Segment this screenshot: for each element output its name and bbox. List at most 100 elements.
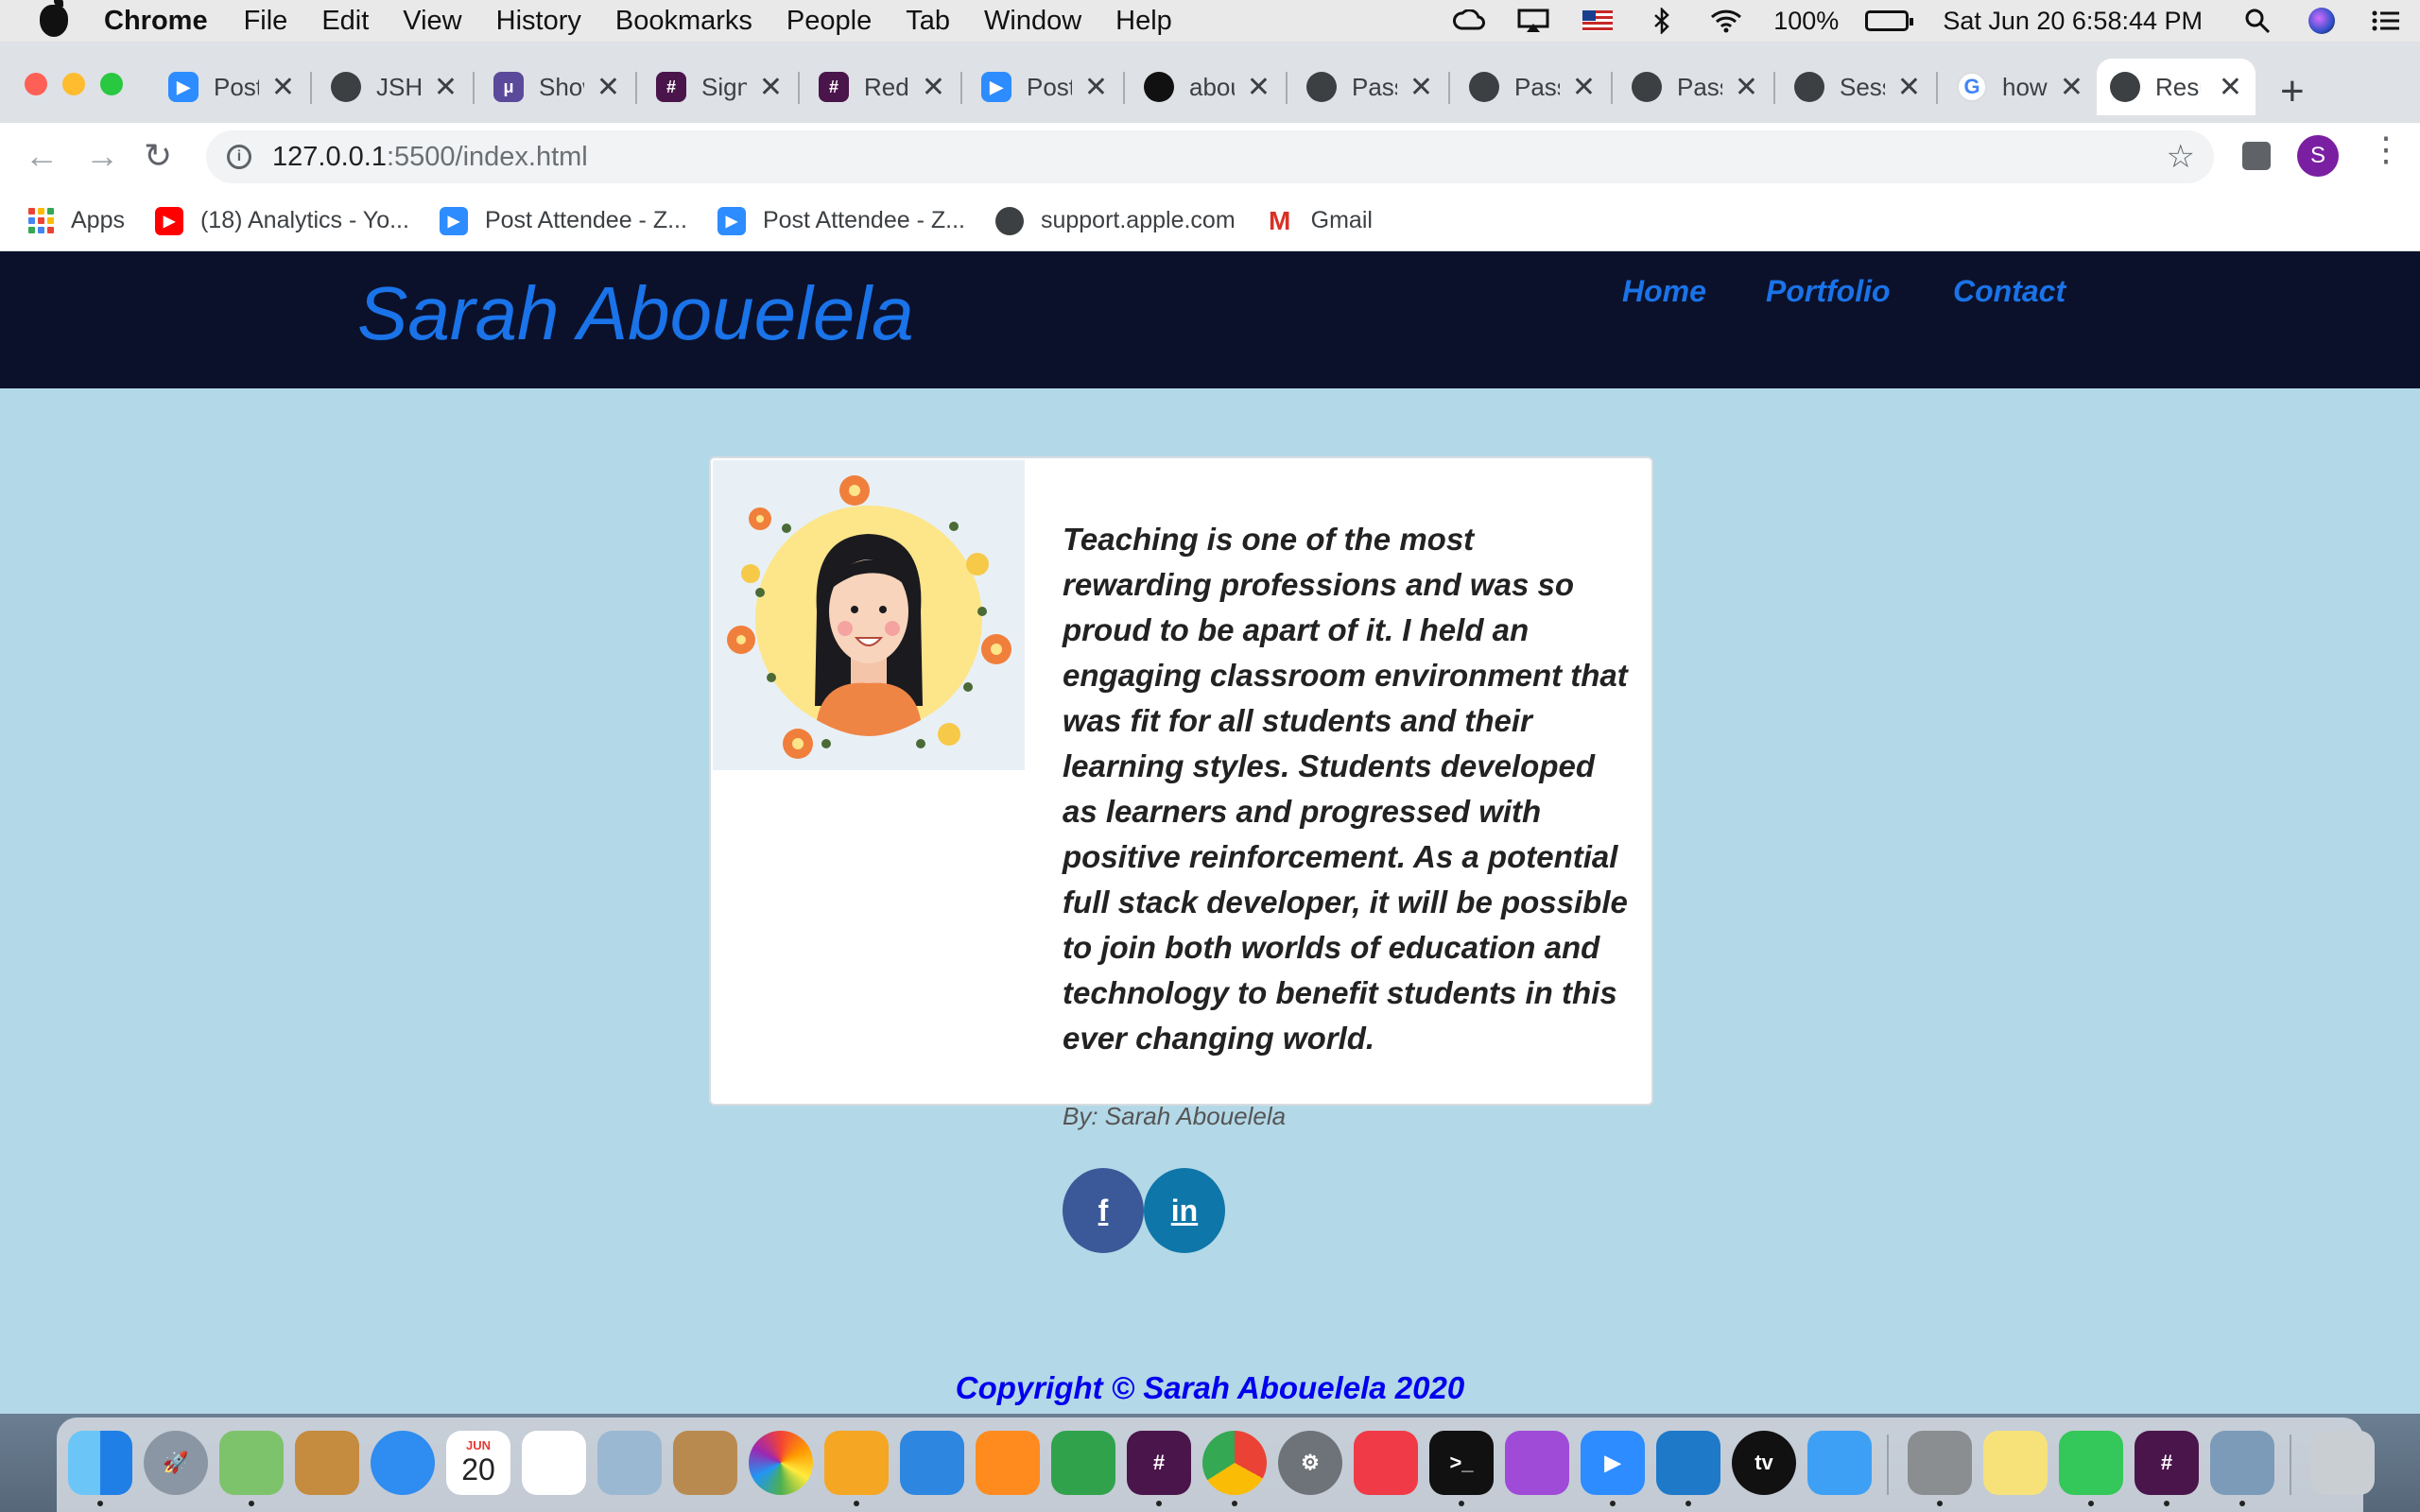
menu-edit[interactable]: Edit <box>321 6 369 37</box>
finder-icon[interactable] <box>68 1431 132 1495</box>
menu-history[interactable]: History <box>496 6 581 37</box>
tab-about[interactable]: about ✕ <box>1131 59 1284 115</box>
tab-close-icon[interactable]: ✕ <box>2219 71 2242 104</box>
airplay-icon[interactable] <box>1516 9 1550 33</box>
bookmark-gmail[interactable]: M Gmail <box>1265 206 1373 235</box>
tab-close-icon[interactable]: ✕ <box>1409 71 1433 104</box>
apple-logo-icon[interactable] <box>40 0 68 37</box>
news-icon[interactable] <box>1354 1431 1418 1495</box>
podcasts-icon[interactable] <box>1505 1431 1569 1495</box>
vscode-icon[interactable] <box>1656 1431 1720 1495</box>
keynote-icon[interactable] <box>900 1431 964 1495</box>
tab-close-icon[interactable]: ✕ <box>759 71 783 104</box>
new-tab-plus-icon[interactable]: + <box>2280 68 2305 115</box>
calendar-icon[interactable]: JUN 20 <box>446 1431 510 1495</box>
tab-post-attendee-1[interactable]: ▶ Post Attendee ✕ <box>155 59 308 115</box>
menu-view[interactable]: View <box>403 6 461 37</box>
safari-icon[interactable] <box>371 1431 435 1495</box>
menu-tab[interactable]: Tab <box>906 6 950 37</box>
clock[interactable]: Sat Jun 20 6:58:44 PM <box>1943 7 2203 36</box>
contacts-icon[interactable] <box>673 1431 737 1495</box>
typewriter-icon[interactable] <box>1908 1431 1972 1495</box>
slack-icon[interactable]: # <box>1127 1431 1191 1495</box>
slack-icon[interactable]: # <box>2135 1431 2199 1495</box>
tab-password-1[interactable]: Password ✕ <box>1293 59 1446 115</box>
xcode-icon[interactable] <box>1807 1431 1872 1495</box>
tab-password-3[interactable]: Password ✕ <box>1618 59 1772 115</box>
site-info-icon[interactable]: i <box>227 145 251 169</box>
nav-home-link[interactable]: Home <box>1622 274 1706 309</box>
reload-icon[interactable]: ↻ <box>144 136 172 176</box>
terminal-icon[interactable]: >_ <box>1429 1431 1494 1495</box>
launchpad-icon[interactable]: 🚀 <box>144 1431 208 1495</box>
bookmark-analytics[interactable]: ▶ (18) Analytics - Yo... <box>154 206 409 235</box>
address-bar[interactable]: i 127.0.0.1 :5500/index.html ☆ <box>206 130 2214 183</box>
tab-close-icon[interactable]: ✕ <box>596 71 620 104</box>
menu-people[interactable]: People <box>786 6 872 37</box>
tab-show[interactable]: μ Show ✕ <box>480 59 633 115</box>
tab-jshint[interactable]: JSHint ✕ <box>318 59 471 115</box>
tab-close-icon[interactable]: ✕ <box>271 71 295 104</box>
zoom-icon[interactable]: ▶ <box>1581 1431 1645 1495</box>
maps-icon[interactable] <box>219 1431 284 1495</box>
tab-close-icon[interactable]: ✕ <box>1084 71 1108 104</box>
tab-close-icon[interactable]: ✕ <box>1572 71 1596 104</box>
system-preferences-icon[interactable]: ⚙ <box>1278 1431 1342 1495</box>
menu-file[interactable]: File <box>244 6 288 37</box>
close-window-button[interactable] <box>25 73 47 95</box>
menu-bookmarks[interactable]: Bookmarks <box>615 6 752 37</box>
tab-session[interactable]: Session ✕ <box>1781 59 1934 115</box>
menu-help[interactable]: Help <box>1115 6 1172 37</box>
nav-portfolio-link[interactable]: Portfolio <box>1766 274 1891 309</box>
tab-close-icon[interactable]: ✕ <box>2060 71 2083 104</box>
tab-close-icon[interactable]: ✕ <box>1735 71 1758 104</box>
profile-avatar[interactable]: S <box>2297 135 2339 177</box>
bookmark-support-apple[interactable]: support.apple.com <box>994 206 1236 235</box>
photos-icon[interactable] <box>749 1431 813 1495</box>
bookmark-post-attendee-1[interactable]: ▶ Post Attendee - Z... <box>439 206 687 235</box>
battery-icon[interactable] <box>1865 10 1914 31</box>
forward-arrow-icon[interactable]: → <box>85 136 119 176</box>
bookmark-star-icon[interactable]: ☆ <box>2167 138 2195 176</box>
tab-close-icon[interactable]: ✕ <box>922 71 945 104</box>
chrome-menu-icon[interactable]: ⋮ <box>2369 132 2403 166</box>
zoom-window-button[interactable] <box>100 73 123 95</box>
extensions-puzzle-icon[interactable] <box>2242 142 2271 170</box>
tab-close-icon[interactable]: ✕ <box>1897 71 1921 104</box>
menu-window[interactable]: Window <box>984 6 1081 37</box>
reminders-icon[interactable] <box>522 1431 586 1495</box>
numbers-icon[interactable] <box>1051 1431 1115 1495</box>
tab-redirect[interactable]: # Redirect ✕ <box>805 59 959 115</box>
menu-app-name[interactable]: Chrome <box>104 6 208 37</box>
us-flag-icon[interactable] <box>1581 9 1615 33</box>
notification-center-icon[interactable] <box>2369 9 2403 33</box>
garageband-icon[interactable] <box>295 1431 359 1495</box>
siri-icon[interactable] <box>2305 8 2339 34</box>
tab-post-attendee-2[interactable]: ▶ Post Attendee ✕ <box>968 59 1121 115</box>
image-capture-icon[interactable] <box>2210 1431 2274 1495</box>
tab-close-icon[interactable]: ✕ <box>1247 71 1270 104</box>
tab-sign-in[interactable]: # Sign in ✕ <box>643 59 796 115</box>
facetime-icon[interactable] <box>2059 1431 2123 1495</box>
pages-icon[interactable] <box>824 1431 889 1495</box>
linkedin-button[interactable]: in <box>1144 1168 1225 1253</box>
books-icon[interactable] <box>976 1431 1040 1495</box>
facebook-button[interactable]: f <box>1063 1168 1144 1253</box>
spotlight-search-icon[interactable] <box>2240 9 2274 34</box>
wifi-icon[interactable] <box>1709 9 1743 33</box>
bookmark-apps[interactable]: Apps <box>28 207 125 234</box>
preview-icon[interactable] <box>597 1431 662 1495</box>
tab-how[interactable]: G how ✕ <box>1944 59 2097 115</box>
tab-password-2[interactable]: Password ✕ <box>1456 59 1609 115</box>
chrome-icon[interactable] <box>1202 1431 1267 1495</box>
nav-contact-link[interactable]: Contact <box>1953 274 2066 309</box>
trash-icon[interactable] <box>2310 1431 2375 1495</box>
bluetooth-icon[interactable] <box>1645 8 1679 34</box>
minimize-window-button[interactable] <box>62 73 85 95</box>
tab-close-icon[interactable]: ✕ <box>434 71 458 104</box>
appletv-icon[interactable]: tv <box>1732 1431 1796 1495</box>
creative-cloud-icon[interactable] <box>1452 9 1486 33</box>
back-arrow-icon[interactable]: ← <box>25 136 59 176</box>
bookmark-post-attendee-2[interactable]: ▶ Post Attendee - Z... <box>717 206 965 235</box>
notes-icon[interactable] <box>1983 1431 2048 1495</box>
